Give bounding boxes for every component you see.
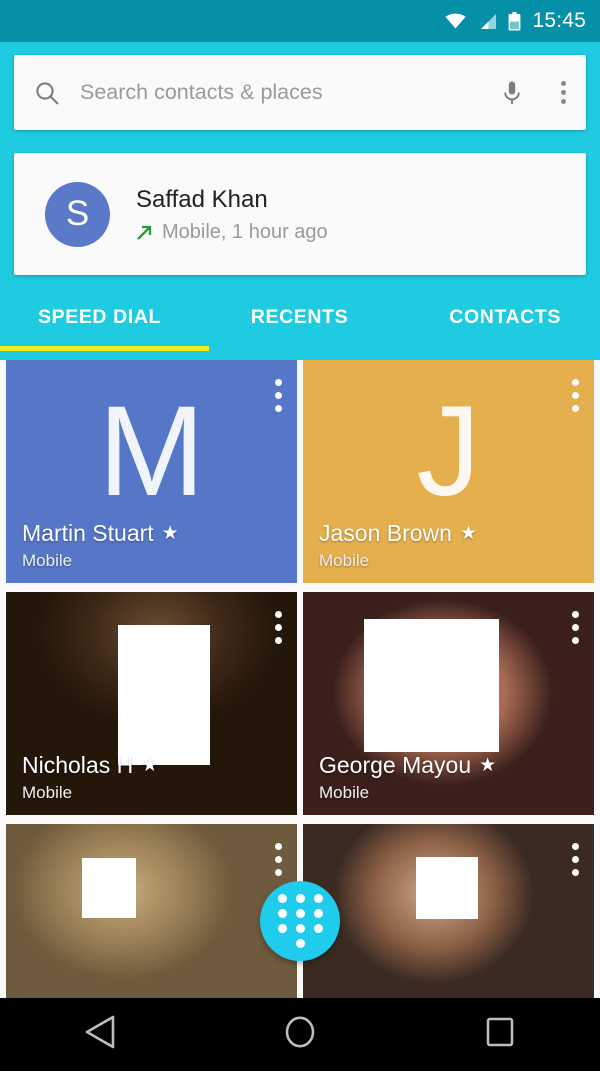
tile-caption: Nicholas H ★ Mobile	[22, 752, 158, 803]
wifi-icon	[445, 13, 466, 29]
contact-name: Saffad Khan	[136, 185, 268, 213]
privacy-mask	[416, 857, 478, 919]
recents-button[interactable]	[460, 998, 540, 1071]
home-button[interactable]	[260, 998, 340, 1071]
tab-recents[interactable]: RECENTS	[212, 296, 386, 354]
contact-initial: J	[416, 380, 481, 523]
speed-dial-tile[interactable]	[303, 824, 594, 998]
favorite-star-icon: ★	[459, 523, 478, 544]
overflow-menu-icon[interactable]	[275, 379, 282, 418]
overflow-menu-icon[interactable]	[275, 843, 282, 882]
app-header: Search contacts & places S Saffad Khan M…	[0, 42, 600, 354]
tab-contacts[interactable]: CONTACTS	[387, 296, 600, 354]
tab-selected-indicator	[0, 346, 209, 351]
speed-dial-tile[interactable]: Nicholas H ★ Mobile	[6, 592, 297, 815]
speed-dial-tile[interactable]: J Jason Brown ★ Mobile	[303, 360, 594, 583]
privacy-mask	[118, 625, 210, 765]
search-bar[interactable]: Search contacts & places	[14, 55, 586, 130]
overflow-menu-icon[interactable]	[572, 611, 579, 650]
outgoing-call-arrow-icon	[136, 224, 153, 241]
overflow-menu-icon[interactable]	[275, 611, 282, 650]
signal-icon	[477, 13, 497, 30]
clock: 15:45	[532, 9, 586, 32]
battery-icon	[508, 11, 521, 31]
call-meta-text: Mobile, 1 hour ago	[162, 220, 328, 243]
favorite-star-icon: ★	[479, 755, 497, 776]
contact-number-type: Mobile	[22, 551, 73, 570]
avatar: S	[45, 181, 110, 247]
contact-name: Jason Brown	[319, 520, 452, 546]
favorite-star-icon: ★	[161, 523, 179, 544]
recent-call-card[interactable]: S Saffad Khan Mobile, 1 hour ago	[14, 153, 586, 275]
contact-number-type: Mobile	[319, 783, 370, 802]
back-button[interactable]	[60, 998, 140, 1071]
phone-screen: 15:45 Search contacts & places S Saffad …	[0, 0, 600, 1071]
recent-call-details: Saffad Khan Mobile, 1 hour ago	[136, 185, 328, 244]
microphone-icon[interactable]	[484, 80, 540, 106]
privacy-mask	[364, 619, 499, 752]
contact-photo	[6, 824, 297, 998]
dialpad-icon	[277, 894, 323, 948]
contact-name: Nicholas H	[22, 752, 134, 778]
status-bar: 15:45	[0, 0, 600, 42]
privacy-mask	[82, 858, 136, 918]
contact-initial: M	[98, 380, 205, 523]
contact-name: George Mayou	[319, 752, 472, 778]
dialpad-fab-button[interactable]	[260, 881, 340, 961]
tile-caption: Jason Brown ★ Mobile	[319, 520, 477, 571]
speed-dial-tile[interactable]	[6, 824, 297, 998]
overflow-menu-icon[interactable]	[572, 843, 579, 882]
tile-caption: George Mayou ★ Mobile	[319, 752, 496, 803]
speed-dial-tile[interactable]: George Mayou ★ Mobile	[303, 592, 594, 815]
search-input[interactable]: Search contacts & places	[80, 80, 484, 105]
contact-number-type: Mobile	[319, 551, 370, 570]
overflow-menu-icon[interactable]	[572, 379, 579, 418]
home-circle-icon	[283, 1014, 317, 1055]
recents-square-icon	[483, 1014, 517, 1055]
back-triangle-icon	[83, 1014, 117, 1055]
system-navigation-bar	[0, 998, 600, 1071]
speed-dial-tile[interactable]: M Martin Stuart ★ Mobile	[6, 360, 297, 583]
overflow-menu-icon[interactable]	[540, 81, 586, 104]
contact-name: Martin Stuart	[22, 520, 154, 546]
contact-number-type: Mobile	[22, 783, 73, 802]
favorite-star-icon: ★	[141, 755, 159, 776]
search-icon	[14, 80, 80, 106]
tile-caption: Martin Stuart ★ Mobile	[22, 520, 179, 571]
